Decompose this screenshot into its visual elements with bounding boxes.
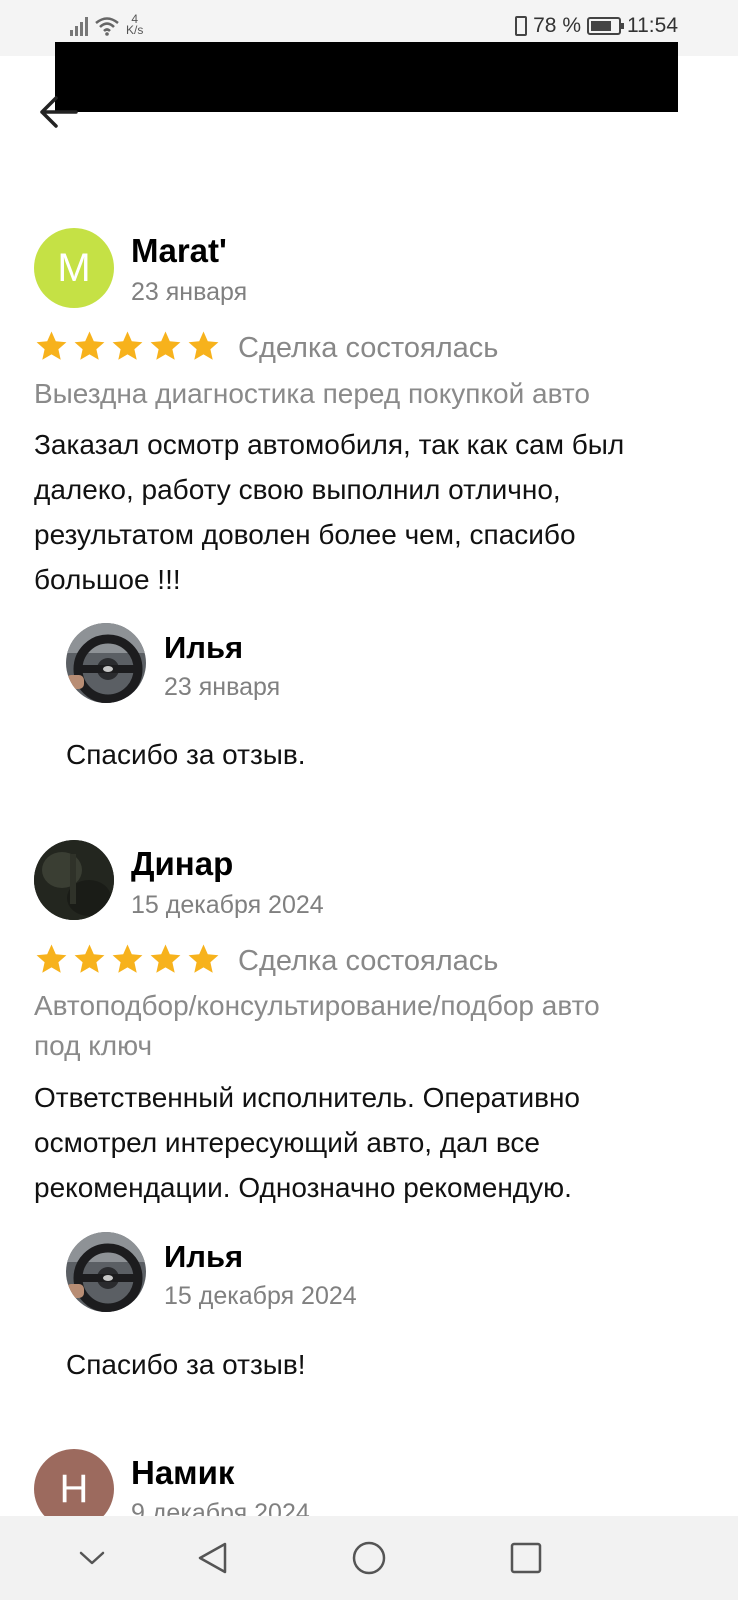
star-icon [74,331,105,360]
redacted-header-block [55,42,678,112]
service-line: под ключ [34,1030,153,1061]
triangle-back-icon [198,1542,227,1574]
status-right: 78 % 11:54 [515,14,678,38]
avatar[interactable] [34,840,114,920]
reply-text: Спасибо за отзыв! [66,1349,306,1380]
review-text-line: далеко, работу свою выполнил отлично, [34,474,561,505]
clock: 11:54 [627,14,678,37]
service-name: Выездна диагностика перед покупкой авто [34,374,590,414]
battery-icon [587,17,624,35]
nav-recent-button[interactable] [72,1538,112,1578]
service-line: Выездна диагностика перед покупкой авто [34,378,590,409]
reply-text: Спасибо за отзыв. [66,739,306,770]
service-line: Автоподбор/консультирование/подбор авто [34,990,600,1021]
avatar-letter: Н [59,1466,89,1511]
deal-status: Сделка состоялась [238,332,499,364]
reply-date: 15 декабря 2024 [164,1282,357,1310]
circle-home-icon [352,1541,386,1575]
nav-home-button[interactable] [349,1538,389,1578]
steering-wheel-photo [66,623,146,703]
system-navigation-bar [0,1516,738,1600]
nav-overview-button[interactable] [506,1538,546,1578]
steering-wheel-photo [66,1232,146,1312]
network-speed-unit: K/s [126,23,144,37]
review-text-line: осмотрел интересующий авто, дал все [34,1127,540,1158]
rating-stars [34,943,221,976]
review-author[interactable]: Намик [131,1454,234,1492]
review-text: Заказал осмотр автомобиля, так как сам б… [34,422,624,602]
chevron-down-icon [79,1551,105,1565]
review-text-line: Ответственный исполнитель. Оперативно [34,1082,580,1113]
reply-author[interactable]: Илья [164,1239,243,1275]
review-text-line: Заказал осмотр автомобиля, так как сам б… [34,429,625,460]
star-icon [150,944,181,973]
nav-back-button[interactable] [192,1538,232,1578]
rating-stars [34,330,221,363]
star-icon [36,331,67,360]
star-icon [188,331,219,360]
reply-date: 23 января [164,673,281,701]
user-photo [34,840,114,920]
reply-author[interactable]: Илья [164,630,243,666]
review-text-line: большое !!! [34,564,181,595]
status-left: 4 K/s [70,13,144,37]
review-date: 15 декабря 2024 [131,891,324,919]
review-date: 23 января [131,278,248,306]
avatar-letter: M [57,245,91,290]
arrow-left-icon [40,96,78,128]
service-name: Автоподбор/консультирование/подбор авто … [34,986,600,1066]
star-icon [74,944,105,973]
star-icon [150,331,181,360]
review-text-line: результатом доволен более чем, спасибо [34,519,576,550]
review-text: Ответственный исполнитель. Оперативно ос… [34,1075,580,1210]
reply-avatar[interactable] [66,623,146,703]
review-author[interactable]: Marat' [131,232,227,270]
battery-percent: 78 % [533,14,581,37]
vibrate-icon [515,16,528,36]
star-icon [112,944,143,973]
square-overview-icon [510,1542,542,1574]
review-author[interactable]: Динар [131,845,233,883]
star-icon [188,944,219,973]
deal-status: Сделка состоялась [238,945,499,977]
review-text-line: рекомендации. Однозначно рекомендую. [34,1172,572,1203]
reply-avatar[interactable] [66,1232,146,1312]
network-speed: 4 K/s [126,13,144,37]
signal-icon [70,16,88,36]
avatar[interactable]: M [34,228,114,308]
wifi-icon [95,17,119,36]
star-icon [112,331,143,360]
star-icon [36,944,67,973]
back-button[interactable] [36,90,80,134]
